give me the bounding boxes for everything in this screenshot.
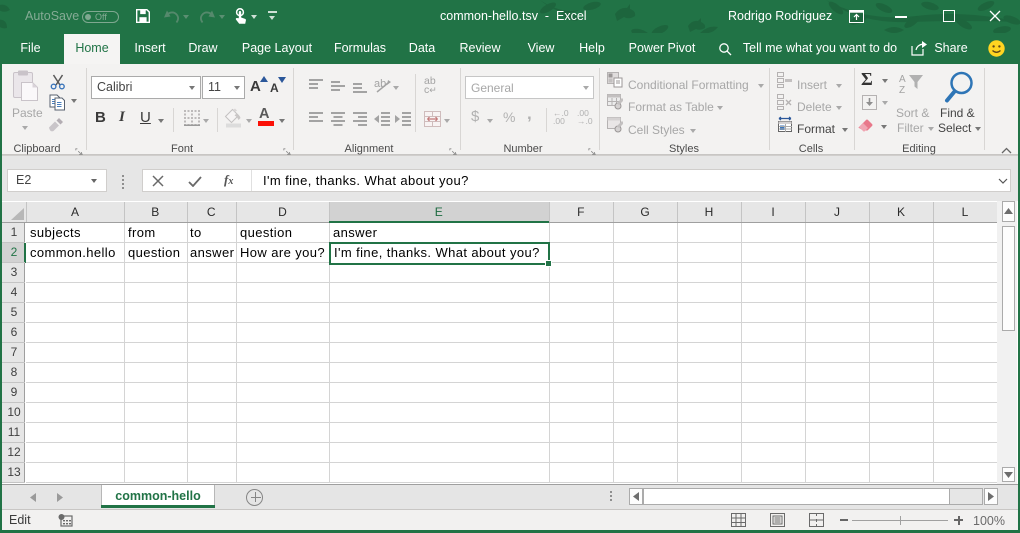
- svg-text:Z: Z: [899, 85, 905, 96]
- svg-text:A: A: [899, 74, 906, 85]
- svg-text:ab: ab: [374, 78, 386, 90]
